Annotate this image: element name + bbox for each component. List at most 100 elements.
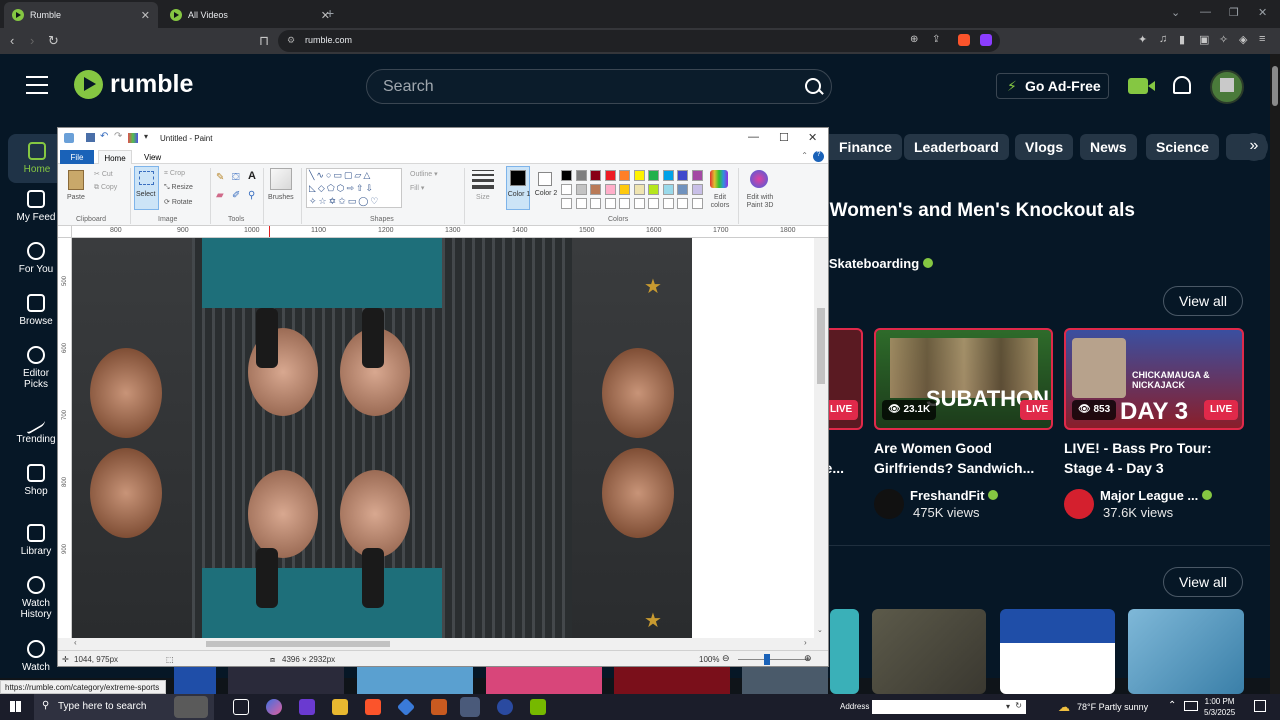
color-picker-icon[interactable]: ✐ [232,190,240,201]
palette-swatch[interactable] [648,184,659,195]
palette-swatch[interactable] [691,170,703,181]
palette-swatch[interactable] [590,170,601,181]
brave-rewards-icon[interactable] [980,34,992,46]
video-thumbnail[interactable] [742,666,828,694]
zoom-in-icon[interactable]: ⊕ [804,653,812,664]
paint-view-tab[interactable]: View [144,153,161,162]
fill-button[interactable]: Fill ▾ [410,184,424,192]
zoom-slider-thumb[interactable] [764,654,770,665]
sidebar-toggle-icon[interactable]: ▮ [1179,33,1185,46]
windows-start-icon[interactable] [10,701,21,712]
shapes-gallery[interactable]: ╲∿○▭▢▱△ ◺◇⬠⬡⇨⇧⇩ ✧☆✡✩▭◯♡ [306,168,402,208]
featured-title[interactable]: : Women's and Men's Knockout als [818,199,1148,222]
canvas-blank-area[interactable] [692,238,814,638]
video-thumbnail[interactable] [174,666,216,694]
edit-colors-icon[interactable] [710,170,728,188]
search-highlight-icon[interactable] [174,696,208,718]
size-icon[interactable] [472,170,494,189]
pencil-icon[interactable]: ✎ [216,172,224,183]
quick-access-icon[interactable] [128,133,138,143]
page-scrollbar[interactable] [1270,54,1280,694]
video-title[interactable]: Are Women Good Girlfriends? Sandwich... [874,438,1034,478]
copilot-icon[interactable] [266,699,282,715]
category-science[interactable]: Science [1146,134,1219,160]
app-icon[interactable] [497,699,513,715]
restore-icon[interactable]: ❐ [1229,6,1239,19]
palette-swatch-custom[interactable] [575,198,587,209]
wallet-icon[interactable]: ▣ [1199,33,1209,46]
paint3d-icon[interactable] [750,170,768,188]
upload-video-icon[interactable] [1128,78,1155,94]
address-toolbar-input[interactable]: ▾ ↻ [872,700,1026,714]
paint-window[interactable]: ↶ ↷ ▾ Untitled - Paint — ☐ ✕ File Home V… [57,127,829,667]
palette-swatch[interactable] [604,170,616,181]
channel-avatar[interactable] [1064,489,1094,519]
redo-icon[interactable]: ↷ [114,131,122,142]
palette-swatch[interactable] [619,184,630,195]
paint-file-tab[interactable]: File [60,150,94,164]
url-bar[interactable]: ⚙ rumble.com ⊕ ⇪ [278,30,1000,52]
palette-swatch[interactable] [604,184,616,195]
video-thumbnail[interactable]: CHICKAMAUGA & NICKAJACK DAY 3 👁 853 LIVE [1064,328,1244,430]
palette-swatch-custom[interactable] [590,198,601,209]
category-leaderboard[interactable]: Leaderboard [904,134,1009,160]
video-thumbnail[interactable] [830,609,859,694]
video-thumbnail[interactable] [486,666,602,694]
palette-swatch[interactable] [677,184,688,195]
paint-canvas-image[interactable]: ★ ★ [72,238,692,638]
paint-home-tab[interactable]: Home [98,150,132,165]
paint-maximize-icon[interactable]: ☐ [779,131,789,144]
scroll-right-icon[interactable]: › [804,638,807,647]
palette-swatch-custom[interactable] [662,198,674,209]
save-icon[interactable] [86,133,95,142]
palette-swatch[interactable] [633,184,645,195]
brushes-icon[interactable] [270,168,292,190]
quick-access-dropdown-icon[interactable]: ▾ [144,132,148,141]
palette-swatch[interactable] [633,170,645,181]
palette-swatch-custom[interactable] [633,198,645,209]
undo-icon[interactable]: ↶ [100,131,108,142]
video-thumbnail[interactable] [614,666,730,694]
app-icon[interactable] [299,699,315,715]
page-scrollbar-thumb[interactable] [1272,66,1278,106]
tray-overflow-icon[interactable]: ⌃ [1168,700,1176,711]
palette-swatch[interactable] [575,184,587,195]
paint-minimize-icon[interactable]: — [748,131,759,143]
category-finance[interactable]: Finance [829,134,902,160]
keyboard-icon[interactable] [1184,701,1198,711]
vpn-icon[interactable]: ◈ [1239,33,1247,46]
go-ad-free-button[interactable]: ⚡ Go Ad-Free [996,73,1109,99]
chevron-right-icon[interactable]: » [1240,133,1268,161]
ribbon-collapse-icon[interactable]: ⌃ [801,151,808,160]
palette-swatch[interactable] [619,170,630,181]
menu-icon[interactable]: ≡ [1259,33,1265,45]
palette-swatch[interactable] [561,184,572,195]
new-tab-icon[interactable]: + [326,5,334,21]
video-thumbnail[interactable] [1128,609,1244,694]
video-thumbnail[interactable] [872,609,986,694]
nvidia-icon[interactable] [530,699,546,715]
select-button[interactable]: Select [134,166,159,210]
hamburger-menu-icon[interactable] [26,76,48,100]
address-dropdown-icon[interactable]: ▾ [1006,702,1010,711]
reload-icon[interactable]: ↻ [48,33,59,49]
back-icon[interactable]: ‹ [10,33,14,48]
notifications-bell-icon[interactable] [1173,76,1191,94]
site-logo[interactable]: rumble [110,70,193,99]
video-thumbnail[interactable] [1000,609,1115,694]
resize-button[interactable]: ⤡ Resize [164,184,193,192]
cut-button[interactable]: ✂ Cut [94,170,113,178]
scroll-down-icon[interactable]: ⌄ [817,626,823,634]
forward-icon[interactable]: › [30,33,34,48]
notifications-icon[interactable] [1254,700,1266,712]
fill-bucket-icon[interactable]: ⛋ [232,172,240,183]
brushes-button[interactable]: Brushes [268,194,294,201]
copy-button[interactable]: ⧉ Copy [94,184,117,192]
app-icon[interactable] [396,697,416,717]
palette-swatch-custom[interactable] [619,198,630,209]
palette-swatch[interactable] [648,170,659,181]
paint-taskbar-icon[interactable] [460,697,480,717]
palette-swatch-custom[interactable] [691,198,703,209]
brave-shield-icon[interactable] [958,34,970,46]
video-thumbnail[interactable] [357,666,473,694]
